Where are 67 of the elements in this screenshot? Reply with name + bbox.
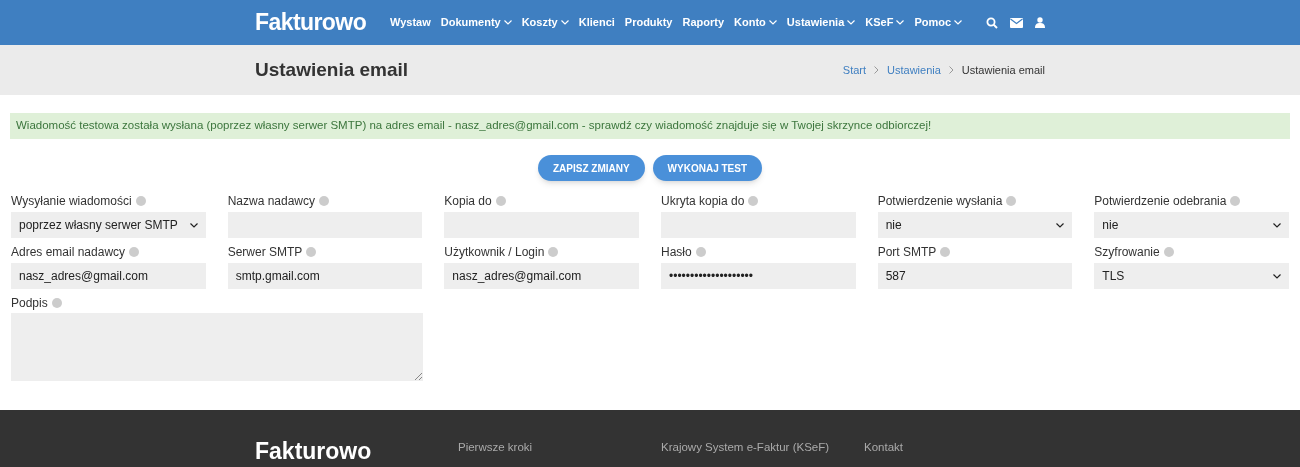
help-icon[interactable] [1163,247,1174,257]
nav-link[interactable]: Konto [734,14,777,31]
field-label: Nazwa nadawcy [227,193,316,210]
help-icon[interactable] [1006,196,1017,206]
nav-link[interactable]: Wystaw [390,14,431,31]
page-title: Ustawienia email [255,57,409,82]
breadcrumb-link[interactable]: Ustawienia [887,61,941,79]
dropdown-caret-icon [1273,222,1281,228]
field-label: Kopia do [444,193,492,210]
action-button[interactable]: ZAPISZ ZMIANY [537,155,645,181]
success-alert: Wiadomość testowa została wysłana (poprzez własny serwer SMTP) na adres email - nasz_adres@gmail.com - sprawdź czy wiadomość znajduje się w Twojej skrzynce odbiorczej! [10,113,1290,139]
resize-handle-icon[interactable] [415,373,422,380]
help-icon[interactable] [129,247,140,257]
dropdown-caret-icon [1056,222,1065,228]
select-field[interactable]: nie [1094,212,1289,238]
nav-link[interactable]: Koszty [521,14,569,31]
field-label: Szyfrowanie [1094,244,1160,261]
help-icon[interactable] [940,247,951,257]
input-field[interactable]: 587 [877,263,1073,289]
field-label: Adres email nadawcy [11,244,126,261]
field-label: Serwer SMTP [227,244,303,261]
help-icon[interactable] [51,298,62,308]
input-field[interactable]: •••••••••••••••••••• [661,263,856,289]
input-field[interactable]: nasz_adres@gmail.com [444,263,639,289]
select-field[interactable]: TLS [1094,263,1289,289]
nav-link[interactable]: Raporty [682,14,725,31]
help-icon[interactable] [695,247,706,257]
footer-link[interactable]: Krajowy System e-Faktur (KSeF) [661,440,864,454]
field-label: Ukryta kopia do [661,193,745,210]
user-icon[interactable] [1035,17,1045,28]
search-icon[interactable] [986,16,998,29]
dropdown-caret-icon [1273,273,1281,279]
nav-link[interactable]: KSeF [865,14,905,31]
select-field[interactable]: poprzez własny serwer SMTP [11,212,206,238]
envelope-icon[interactable] [1010,17,1023,28]
chevron-right-icon [874,66,880,74]
input-field[interactable]: smtp.gmail.com [227,263,423,289]
field-label: Wysyłanie wiadomości [11,193,132,210]
logo[interactable]: Fakturowo [255,434,458,467]
nav-link[interactable]: Produkty [624,14,673,31]
breadcrumb-current: Ustawienia email [961,62,1045,78]
field-label: Potwierdzenie wysłania [877,193,1003,210]
help-icon[interactable] [306,247,317,257]
select-field[interactable]: nie [877,212,1073,238]
help-icon[interactable] [1230,196,1241,206]
field-label: Użytkownik / Login [444,244,545,261]
action-button[interactable]: WYKONAJ TEST [652,155,763,181]
help-icon[interactable] [135,196,146,206]
chevron-right-icon [948,66,954,74]
field-label: Podpis [11,295,48,312]
nav-link[interactable]: Pomoc [914,14,963,31]
footer-link[interactable]: Kontakt [864,440,1014,454]
help-icon[interactable] [495,196,506,206]
breadcrumb-link[interactable]: Start [842,61,867,79]
nav-link[interactable]: Klienci [578,14,615,31]
field-label: Potwierdzenie odebrania [1094,193,1227,210]
help-icon[interactable] [748,196,759,206]
field-label: Port SMTP [877,244,937,261]
help-icon[interactable] [319,196,330,206]
nav-link[interactable]: Ustawienia [786,14,856,31]
field-label: Hasło [661,244,692,261]
logo[interactable]: Fakturowo [255,5,367,40]
footer-link[interactable]: Pierwsze kroki [458,440,661,454]
input-field[interactable]: nasz_adres@gmail.com [11,263,206,289]
help-icon[interactable] [548,247,559,257]
dropdown-caret-icon [189,222,198,228]
nav-link[interactable]: Dokumenty [440,14,512,31]
